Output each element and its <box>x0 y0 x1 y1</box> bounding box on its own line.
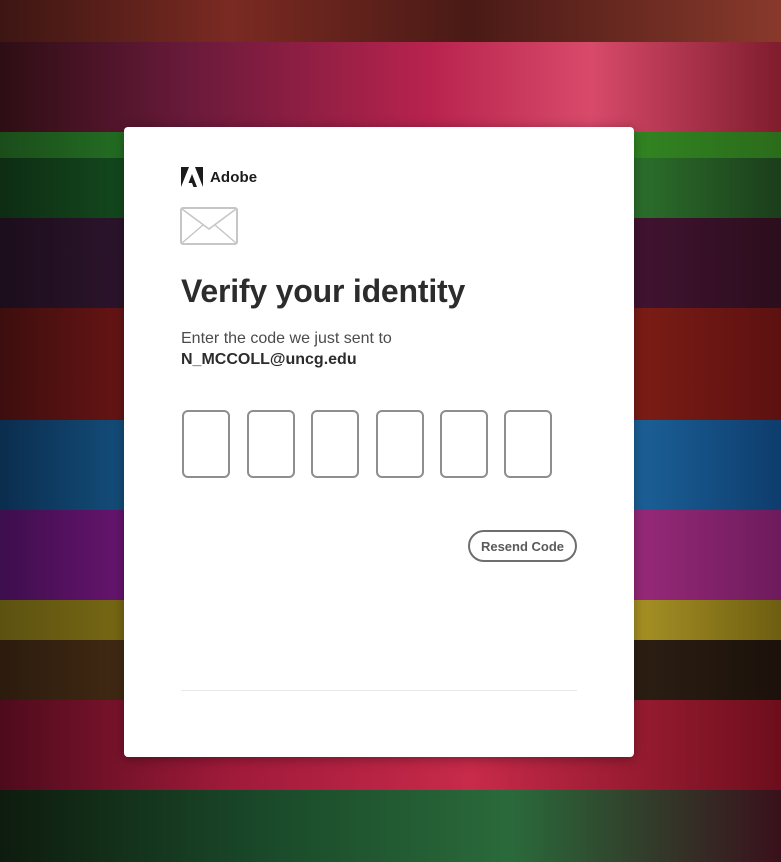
divider <box>181 690 577 691</box>
envelope-icon <box>180 207 238 245</box>
verify-identity-card: Adobe Verify your identity Enter the cod… <box>124 127 634 757</box>
adobe-logo-icon <box>181 167 203 187</box>
instruction-text: Enter the code we just sent to N_MCCOLL@… <box>181 328 392 370</box>
page-title: Verify your identity <box>181 273 466 309</box>
code-digit-3[interactable] <box>311 410 359 478</box>
code-digit-6[interactable] <box>504 410 552 478</box>
code-digit-5[interactable] <box>440 410 488 478</box>
brand-name: Adobe <box>210 168 258 186</box>
instruction-line: Enter the code we just sent to <box>181 330 392 347</box>
resend-code-button[interactable]: Resend Code <box>468 530 577 562</box>
verification-code-inputs <box>182 410 552 478</box>
adobe-brand: Adobe <box>181 167 257 187</box>
code-digit-2[interactable] <box>247 410 295 478</box>
code-digit-1[interactable] <box>182 410 230 478</box>
code-digit-4[interactable] <box>376 410 424 478</box>
email-address: N_MCCOLL@uncg.edu <box>181 351 357 368</box>
